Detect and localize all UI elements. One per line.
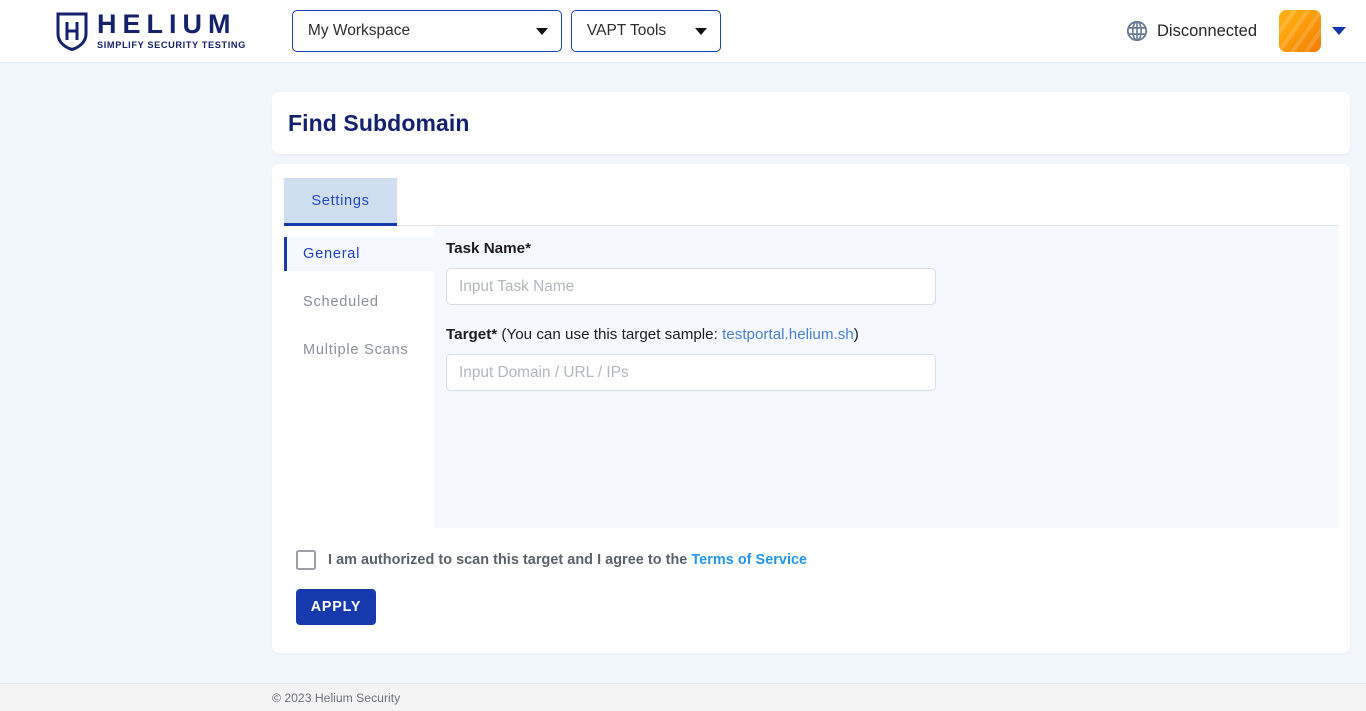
sidebar-item-label: Scheduled — [303, 294, 379, 310]
page-title-card: Find Subdomain — [272, 92, 1350, 154]
authorization-text: I am authorized to scan this target and … — [328, 552, 692, 568]
sidebar-item-scheduled[interactable]: Scheduled — [284, 285, 434, 319]
target-label: Target* (You can use this target sample:… — [446, 326, 1338, 344]
task-name-field-group: Task Name* — [446, 240, 1338, 306]
terms-of-service-link[interactable]: Terms of Service — [691, 552, 807, 568]
sidebar-item-general[interactable]: General — [284, 237, 434, 271]
copyright-text: © 2023 Helium Security — [272, 690, 401, 705]
tab-bar: Settings — [284, 178, 1338, 226]
task-name-input[interactable] — [446, 268, 936, 306]
logo-tagline: SIMPLIFY SECURITY TESTING — [97, 40, 246, 51]
settings-sidenav: General Scheduled Multiple Scans — [284, 226, 434, 528]
target-note-prefix: (You can use this target sample: — [497, 326, 723, 344]
settings-body: General Scheduled Multiple Scans Task Na… — [284, 226, 1338, 528]
workspace-select-value: My Workspace — [307, 22, 411, 39]
tab-settings-label: Settings — [311, 192, 370, 209]
app-footer: © 2023 Helium Security — [0, 683, 1366, 711]
tab-settings[interactable]: Settings — [284, 178, 397, 226]
target-note-suffix: ) — [853, 326, 859, 344]
general-settings-form: Task Name* Target* (You can use this tar… — [434, 226, 1338, 528]
page-title: Find Subdomain — [288, 109, 470, 136]
sidebar-item-label: Multiple Scans — [303, 342, 409, 358]
authorization-label: I am authorized to scan this target and … — [328, 552, 807, 568]
vapt-tools-select[interactable]: VAPT Tools — [570, 10, 721, 52]
workspace-select[interactable]: My Workspace — [291, 10, 562, 52]
target-sample-link[interactable]: testportal.helium.sh — [722, 326, 854, 343]
connection-status: Disconnected — [1157, 21, 1257, 40]
authorization-checkbox[interactable] — [296, 550, 316, 570]
app-header: HELIUM SIMPLIFY SECURITY TESTING My Work… — [0, 0, 1366, 63]
sidebar-item-label: General — [303, 246, 361, 262]
settings-card: Settings General Scheduled Multiple Scan… — [272, 164, 1350, 653]
apply-button[interactable]: APPLY — [296, 589, 376, 625]
vapt-tools-select-value: VAPT Tools — [586, 22, 667, 39]
authorization-row: I am authorized to scan this target and … — [284, 528, 1338, 570]
task-name-label: Task Name* — [446, 240, 531, 257]
chevron-down-icon[interactable] — [1332, 27, 1346, 35]
target-field-group: Target* (You can use this target sample:… — [446, 326, 1338, 392]
globe-icon — [1126, 20, 1157, 42]
shield-h-icon — [56, 11, 88, 51]
avatar[interactable] — [1279, 10, 1321, 52]
helium-logo: HELIUM SIMPLIFY SECURITY TESTING — [56, 11, 246, 51]
logo-wordmark: HELIUM — [97, 9, 237, 40]
sidebar-item-multiple-scans[interactable]: Multiple Scans — [284, 333, 434, 367]
chevron-down-icon — [694, 27, 707, 35]
chevron-down-icon — [535, 27, 548, 35]
target-input[interactable] — [446, 354, 936, 392]
header-right-group: Disconnected — [1126, 10, 1346, 52]
target-label-text: Target* — [446, 326, 498, 344]
page-container: Find Subdomain Settings General Schedule… — [0, 63, 1366, 653]
